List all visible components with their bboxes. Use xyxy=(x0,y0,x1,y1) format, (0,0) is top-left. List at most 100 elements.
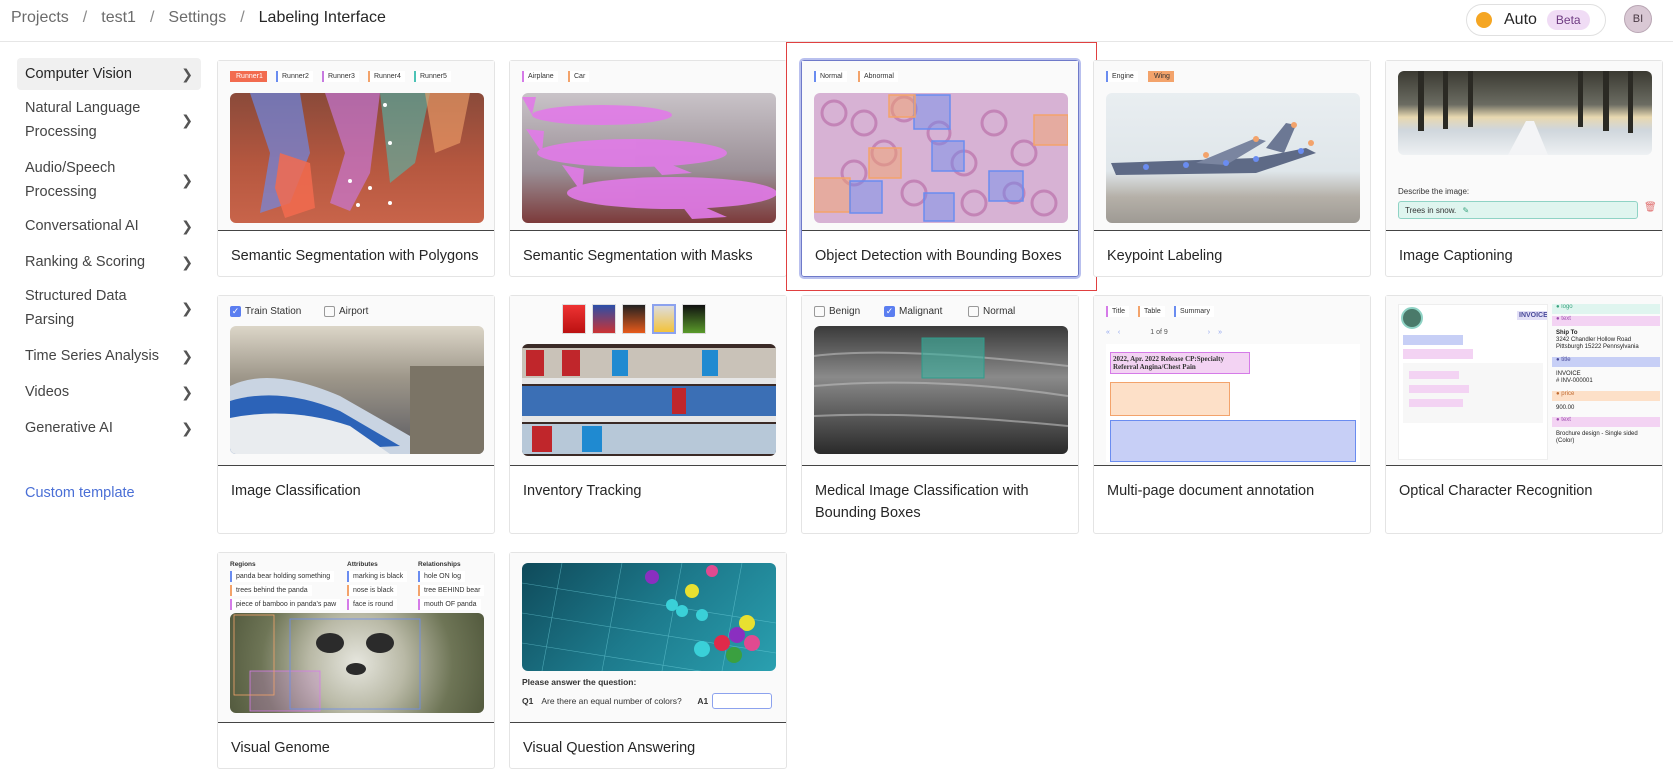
region-tag: panda bear holding something xyxy=(230,571,335,582)
relationships-heading: Relationships xyxy=(418,561,461,568)
checkbox-icon[interactable] xyxy=(968,306,979,317)
result-ship-to: Ship To 3242 Chandler Hollow Road Pittsb… xyxy=(1552,328,1660,353)
can-icon[interactable] xyxy=(562,304,586,334)
label-tag: Airplane xyxy=(522,71,558,82)
chevron-right-icon: ❯ xyxy=(181,218,193,234)
sidebar-item-computer-vision[interactable]: Computer Vision ❯ xyxy=(17,58,201,90)
breadcrumb-project[interactable]: test1 xyxy=(101,9,136,27)
sidebar-item-label: Structured Data Parsing xyxy=(25,288,127,328)
template-card-title: Visual Genome xyxy=(231,740,330,756)
custom-template-link[interactable]: Custom template xyxy=(25,485,135,501)
choice-airport[interactable]: Airport xyxy=(324,306,368,317)
can-icon[interactable] xyxy=(622,304,646,334)
relationship-tag: tree BEHIND bear xyxy=(418,585,485,596)
template-preview: Runner1 Runner2 Runner3 Runner4 Runner5 xyxy=(218,61,494,231)
checkbox-icon[interactable] xyxy=(814,306,825,317)
prev-page-icon[interactable]: ‹ xyxy=(1118,329,1120,336)
invoice-table xyxy=(1403,363,1543,423)
delete-icon[interactable]: 🗑 xyxy=(1644,202,1657,213)
relationship-tag: hole ON log xyxy=(418,571,465,582)
can-icon[interactable] xyxy=(592,304,616,334)
breadcrumb-projects[interactable]: Projects xyxy=(11,9,69,27)
product-thumbnails xyxy=(562,304,706,334)
can-icon[interactable] xyxy=(682,304,706,334)
attribute-tag: marking is black xyxy=(347,571,408,582)
choice-train-station[interactable]: ✓ Train Station xyxy=(230,306,301,317)
template-card-title: Semantic Segmentation with Polygons xyxy=(231,248,479,264)
sidebar-item-label: Computer Vision xyxy=(25,66,132,82)
template-preview: Benign ✓ Malignant Normal xyxy=(802,296,1078,466)
sidebar-item-label: Videos xyxy=(25,384,70,400)
snowy-forest-image xyxy=(1398,71,1652,155)
last-page-icon[interactable]: » xyxy=(1218,329,1222,336)
checkbox-checked-icon[interactable]: ✓ xyxy=(230,306,241,317)
doc-title-region: 2022, Apr. 2022 Release CP:Specialty Ref… xyxy=(1110,352,1250,374)
chevron-right-icon: ❯ xyxy=(181,254,193,270)
chevron-right-icon: ❯ xyxy=(181,348,193,364)
question-text: Are there an equal number of colors? xyxy=(541,696,682,706)
region-tag: piece of bamboo in panda's paw xyxy=(230,599,341,610)
sidebar-item-label: Natural Language Processing xyxy=(25,100,141,140)
attributes-heading: Attributes xyxy=(347,561,378,568)
auto-label: Auto xyxy=(1504,11,1537,28)
template-card-medical-image-classification[interactable]: Benign ✓ Malignant Normal Medical Image … xyxy=(801,295,1079,534)
chevron-right-icon: ❯ xyxy=(181,172,193,188)
sidebar-item-ranking[interactable]: Ranking & Scoring ❯ xyxy=(17,248,201,276)
template-card-multipage-document[interactable]: Title Table Summary « ‹ 1 of 9 › » 2022,… xyxy=(1093,295,1371,534)
shelf-products-icon xyxy=(522,348,776,454)
chevron-right-icon: ❯ xyxy=(181,300,193,316)
chevron-right-icon: ❯ xyxy=(181,420,193,436)
template-card-title: Visual Question Answering xyxy=(523,740,696,756)
sidebar-item-videos[interactable]: Videos ❯ xyxy=(17,378,201,406)
ship-to-label: Ship To xyxy=(1556,330,1578,336)
sidebar-item-conversational-ai[interactable]: Conversational AI ❯ xyxy=(17,212,201,240)
breadcrumb: Projects / test1 / Settings / Labeling I… xyxy=(11,9,386,27)
template-preview: Airplane Car xyxy=(510,61,786,231)
template-card-inventory-tracking[interactable]: Inventory Tracking xyxy=(509,295,787,534)
checkbox-icon[interactable] xyxy=(324,306,335,317)
template-card-semantic-segmentation-masks[interactable]: Airplane Car Semantic Segmentation with … xyxy=(509,60,787,277)
train-icon xyxy=(230,366,484,454)
choice-label: Airport xyxy=(339,306,369,317)
choice-benign[interactable]: Benign xyxy=(814,306,860,317)
ocr-region xyxy=(1409,399,1463,407)
sidebar-item-nlp[interactable]: Natural Language Processing ❯ xyxy=(17,94,201,146)
label-tag: Runner1 xyxy=(230,71,267,82)
auto-toggle[interactable]: Auto Beta xyxy=(1466,4,1606,36)
caption-field[interactable]: Trees in snow. ✎ xyxy=(1398,201,1638,219)
checkbox-checked-icon[interactable]: ✓ xyxy=(884,306,895,317)
answer-input[interactable] xyxy=(712,693,773,709)
breadcrumb-settings[interactable]: Settings xyxy=(168,9,226,27)
choice-malignant[interactable]: ✓ Malignant xyxy=(884,306,942,317)
document-page: 2022, Apr. 2022 Release CP:Specialty Ref… xyxy=(1106,344,1360,462)
template-preview: Engine Wing xyxy=(1094,61,1370,231)
sidebar-item-structured-data[interactable]: Structured Data Parsing ❯ xyxy=(17,282,201,334)
regions-heading: Regions xyxy=(230,561,256,568)
edit-icon[interactable]: ✎ xyxy=(1463,206,1470,215)
sidebar-item-audio[interactable]: Audio/Speech Processing ❯ xyxy=(17,154,201,206)
next-page-icon[interactable]: › xyxy=(1208,329,1210,336)
template-card-semantic-segmentation-polygons[interactable]: Runner1 Runner2 Runner3 Runner4 Runner5 … xyxy=(217,60,495,277)
template-card-visual-genome[interactable]: Regions Attributes Relationships panda b… xyxy=(217,552,495,769)
result-header-logo: ● logo xyxy=(1552,304,1660,314)
template-card-image-captioning[interactable]: Describe the image: Trees in snow. ✎ 🗑 I… xyxy=(1385,60,1663,277)
ultrasound-image xyxy=(814,326,1068,454)
choice-normal[interactable]: Normal xyxy=(968,306,1015,317)
invoice-document: INVOICE xyxy=(1398,304,1548,460)
page-indicator: 1 of 9 xyxy=(1150,328,1168,336)
result-header-price: ● price xyxy=(1552,391,1660,401)
sidebar-item-time-series[interactable]: Time Series Analysis ❯ xyxy=(17,342,201,370)
can-icon[interactable] xyxy=(652,304,676,334)
avatar[interactable]: BI xyxy=(1624,5,1652,33)
template-card-ocr[interactable]: INVOICE ● logo ● text Ship To 3242 Chand… xyxy=(1385,295,1663,534)
store-shelves-image xyxy=(522,344,776,456)
sidebar-item-generative-ai[interactable]: Generative AI ❯ xyxy=(17,414,201,442)
forest-trees-icon xyxy=(1418,71,1633,155)
doc-summary-region xyxy=(1110,420,1356,462)
first-page-icon[interactable]: « xyxy=(1106,329,1110,336)
template-card-image-classification[interactable]: ✓ Train Station Airport Image Classifica… xyxy=(217,295,495,534)
template-card-keypoint-labeling[interactable]: Engine Wing Keypoint Labeling xyxy=(1093,60,1371,277)
template-card-visual-question-answering[interactable]: Please answer the question: Q1 Are there… xyxy=(509,552,787,769)
ocr-region xyxy=(1409,371,1459,379)
chevron-right-icon: ❯ xyxy=(181,384,193,400)
